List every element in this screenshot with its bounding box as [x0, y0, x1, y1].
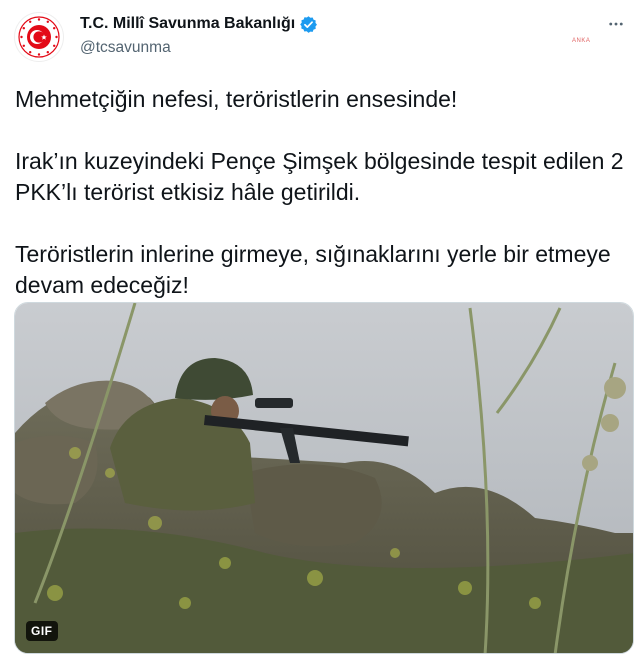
more-options-button[interactable]	[606, 14, 626, 34]
watermark: ANKA	[572, 38, 591, 44]
account-handle[interactable]: @tcsavunma	[80, 39, 318, 57]
tweet-card: T.C. Millî Savunma Bakanlığı @tcsavunma …	[0, 0, 641, 668]
account-info: T.C. Millî Savunma Bakanlığı @tcsavunma	[80, 13, 318, 57]
avatar[interactable]	[14, 12, 64, 62]
tweet-paragraph: Mehmetçiğin nefesi, teröristlerin ensesi…	[15, 86, 458, 112]
tweet-paragraph: Teröristlerin inlerine girmeye, sığınakl…	[15, 241, 611, 298]
verified-badge-icon	[299, 15, 318, 34]
tweet-paragraph: Irak’ın kuzeyindeki Pençe Şimşek bölgesi…	[15, 148, 624, 205]
media-image	[15, 303, 633, 653]
ministry-emblem-icon	[16, 14, 62, 60]
gif-badge: GIF	[26, 621, 58, 641]
tweet-text: Mehmetçiğin nefesi, teröristlerin ensesi…	[15, 84, 625, 301]
more-horizontal-icon	[609, 22, 623, 26]
tweet-media-gif[interactable]: GIF	[14, 302, 634, 654]
display-name[interactable]: T.C. Millî Savunma Bakanlığı	[80, 15, 295, 33]
